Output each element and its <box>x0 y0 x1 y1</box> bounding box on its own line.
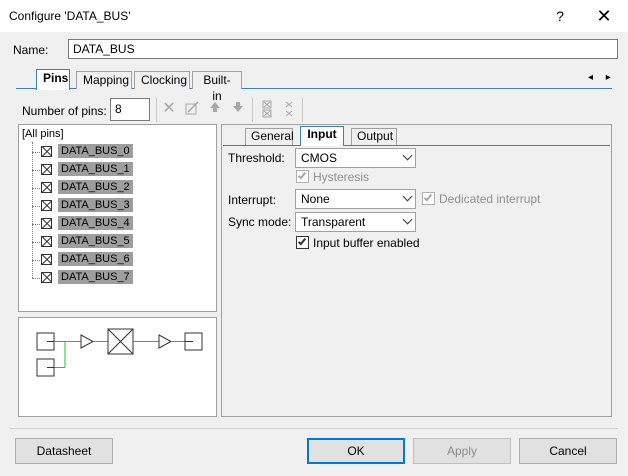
title-bar: Configure 'DATA_BUS' ? ✕ <box>0 0 628 32</box>
number-of-pins-input[interactable]: 8 <box>110 98 150 121</box>
close-button[interactable]: ✕ <box>582 0 626 32</box>
pin-schematic <box>18 317 217 417</box>
pin-icon <box>41 200 52 211</box>
hysteresis-checkbox[interactable] <box>296 170 309 183</box>
sub-tab-underline <box>223 145 610 146</box>
pin-label: DATA_BUS_2 <box>58 180 133 194</box>
interrupt-label: Interrupt: <box>228 193 277 207</box>
pin-icon <box>41 236 52 247</box>
pin-label: DATA_BUS_4 <box>58 216 133 230</box>
schematic-diagram-icon <box>36 328 203 377</box>
input-buffer-checkbox[interactable] <box>296 236 309 249</box>
tab-general[interactable]: General <box>245 128 294 145</box>
number-of-pins-label: Number of pins: <box>22 104 107 118</box>
main-tab-strip: Pins Mapping Clocking Built-in <box>16 69 616 103</box>
pin-label: DATA_BUS_7 <box>58 270 133 284</box>
chevron-down-icon <box>402 150 413 161</box>
name-label: Name: <box>13 43 49 57</box>
ungroup-icon[interactable] <box>280 100 298 118</box>
move-down-icon[interactable] <box>229 100 247 118</box>
name-field[interactable]: DATA_BUS <box>68 39 618 59</box>
tab-output[interactable]: Output <box>351 128 397 145</box>
threshold-value: CMOS <box>301 151 337 165</box>
input-buffer-label: Input buffer enabled <box>313 236 420 250</box>
pin-label: DATA_BUS_3 <box>58 198 133 212</box>
cancel-button[interactable]: Cancel <box>519 438 617 464</box>
tab-scroll-arrows[interactable]: ◂ ▸ <box>588 72 616 83</box>
chevron-down-icon <box>402 214 413 225</box>
pin-icon <box>41 164 52 175</box>
toolbar-separator <box>156 98 157 122</box>
pin-icon <box>41 218 52 229</box>
tab-clocking[interactable]: Clocking <box>134 71 190 89</box>
apply-button[interactable]: Apply <box>413 438 511 464</box>
sync-mode-label: Sync mode: <box>228 215 292 229</box>
pin-tree[interactable]: [All pins] DATA_BUS_0 DATA_BUS_1 DATA_BU… <box>18 124 217 312</box>
checkmark-icon <box>297 236 307 246</box>
group-icon[interactable] <box>258 100 276 118</box>
toolbar-separator <box>252 98 253 122</box>
sync-mode-value: Transparent <box>301 215 366 229</box>
pin-label: DATA_BUS_0 <box>58 144 133 158</box>
hysteresis-label: Hysteresis <box>313 170 370 184</box>
ok-button[interactable]: OK <box>307 438 405 464</box>
dedicated-interrupt-label: Dedicated interrupt <box>439 192 541 206</box>
toolbar-separator <box>302 98 303 122</box>
checkmark-icon <box>423 192 433 202</box>
checkmark-icon <box>297 170 307 180</box>
tab-mapping[interactable]: Mapping <box>76 71 132 89</box>
interrupt-value: None <box>301 192 330 206</box>
pin-icon <box>41 146 52 157</box>
pin-label: DATA_BUS_5 <box>58 234 133 248</box>
tree-root-all-pins[interactable]: [All pins] <box>22 128 64 140</box>
footer-divider <box>10 428 618 429</box>
pin-icon <box>41 182 52 193</box>
tree-connector <box>32 142 33 278</box>
sync-mode-select[interactable]: Transparent <box>295 212 416 232</box>
pin-label: DATA_BUS_6 <box>58 252 133 266</box>
threshold-select[interactable]: CMOS <box>295 148 416 168</box>
window-title: Configure 'DATA_BUS' <box>9 9 131 23</box>
pin-label: DATA_BUS_1 <box>58 162 133 176</box>
pin-config-panel <box>221 124 612 417</box>
pin-icon <box>41 254 52 265</box>
move-up-icon[interactable] <box>206 100 224 118</box>
datasheet-button[interactable]: Datasheet <box>15 438 113 464</box>
tab-pins[interactable]: Pins <box>36 69 70 90</box>
interrupt-select[interactable]: None <box>295 189 416 209</box>
pin-icon <box>41 272 52 283</box>
threshold-label: Threshold: <box>228 151 285 165</box>
chevron-down-icon <box>402 191 413 202</box>
tab-input[interactable]: Input <box>300 126 344 146</box>
edit-pin-icon[interactable] <box>183 100 201 118</box>
delete-icon[interactable]: ✕ <box>160 100 178 118</box>
help-button[interactable]: ? <box>538 0 582 32</box>
dedicated-interrupt-checkbox[interactable] <box>422 192 435 205</box>
tab-built-in[interactable]: Built-in <box>192 71 242 103</box>
